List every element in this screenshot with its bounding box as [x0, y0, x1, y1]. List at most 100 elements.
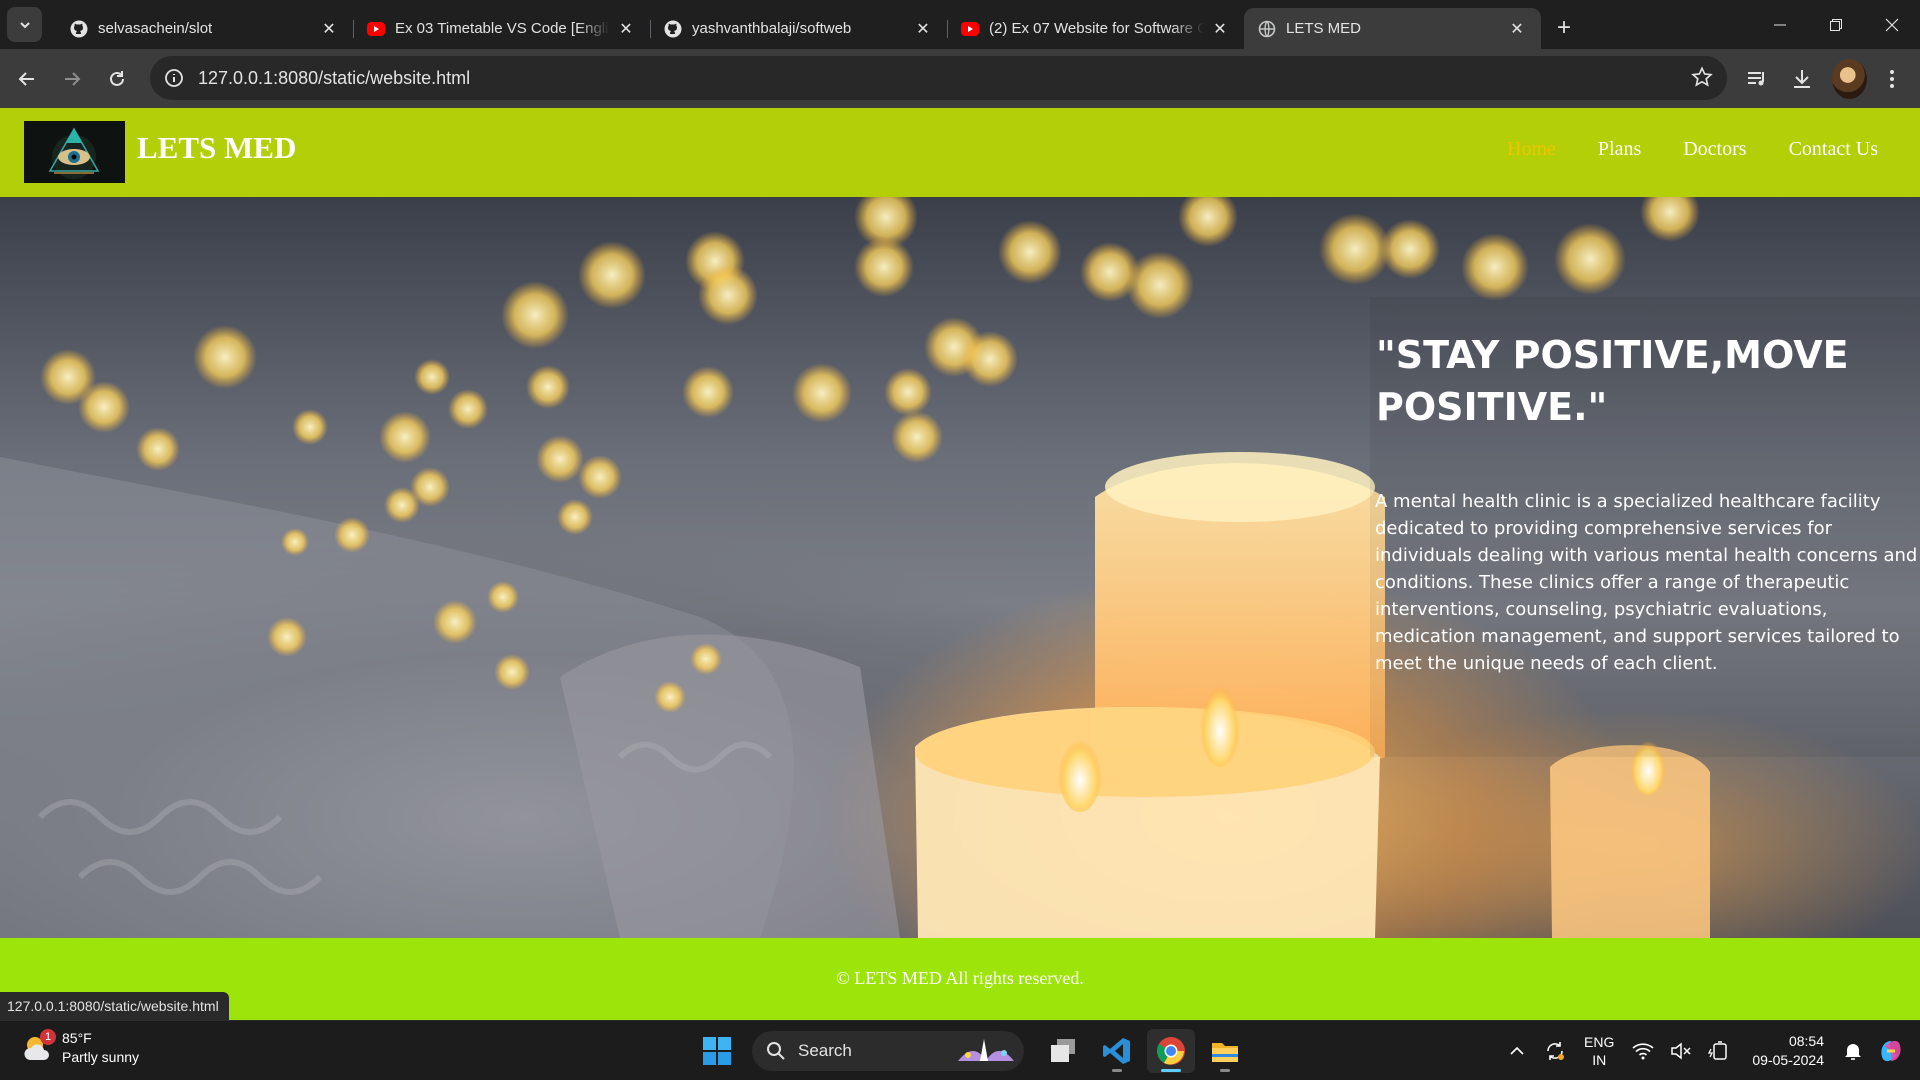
- media-queue-icon: [1748, 72, 1764, 86]
- running-indicator: [1112, 1069, 1122, 1072]
- nav-link-doctors[interactable]: Doctors: [1683, 138, 1746, 161]
- hero-description: A mental health clinic is a specialized …: [1375, 491, 1918, 674]
- task-view-button[interactable]: [1039, 1029, 1087, 1073]
- tab-search-button[interactable]: [7, 7, 42, 42]
- close-tab-icon[interactable]: ✕: [616, 19, 636, 39]
- browser-tab-active[interactable]: LETS MED ✕: [1244, 8, 1541, 49]
- youtube-icon: [961, 20, 979, 38]
- reload-button[interactable]: [99, 61, 135, 97]
- reading-list-button[interactable]: [1737, 59, 1777, 99]
- downloads-button[interactable]: [1782, 59, 1822, 99]
- minimize-button[interactable]: [1752, 0, 1808, 49]
- plus-icon: +: [1556, 14, 1571, 41]
- nav-link-contact-us[interactable]: Contact Us: [1789, 138, 1878, 161]
- copilot-button[interactable]: [1876, 1036, 1906, 1066]
- copilot-icon: [1881, 1040, 1901, 1062]
- folder-icon: [1212, 1043, 1238, 1062]
- restore-button[interactable]: [1808, 0, 1864, 49]
- taskbar-app-file-explorer[interactable]: [1201, 1029, 1249, 1073]
- tab-list: selvasachein/slot ✕ Ex 03 Timetable VS C…: [56, 0, 1581, 49]
- battery-button[interactable]: [1704, 1036, 1734, 1066]
- taskbar: 1 85°F Partly sunny Search ENG IN 08:54 …: [0, 1020, 1920, 1080]
- wifi-icon: [1632, 1043, 1654, 1060]
- browser-tab[interactable]: yashvanthbalaji/softweb ✕: [650, 8, 947, 49]
- brand-name[interactable]: LETS MED: [137, 130, 296, 166]
- volume-muted-icon: [1671, 1042, 1691, 1060]
- browser-tab[interactable]: (2) Ex 07 Website for Software Company ✕: [947, 8, 1244, 49]
- web-page: LETS MED Home Plans Doctors Contact Us "…: [0, 108, 1920, 1020]
- chrome-icon: [1156, 1037, 1185, 1065]
- volume-button[interactable]: [1666, 1036, 1696, 1066]
- address-bar[interactable]: 127.0.0.1:8080/static/website.html: [150, 56, 1727, 100]
- site-logo[interactable]: [24, 121, 125, 183]
- network-button[interactable]: [1628, 1036, 1658, 1066]
- start-button[interactable]: [693, 1029, 741, 1073]
- toolbar-actions: [1732, 59, 1912, 99]
- chevron-up-icon: [1510, 1046, 1524, 1055]
- close-tab-icon[interactable]: ✕: [319, 19, 339, 39]
- input-language-button[interactable]: ENG IN: [1584, 1033, 1614, 1069]
- partly-sunny-icon: 1: [22, 1029, 56, 1063]
- close-tab-icon[interactable]: ✕: [1507, 19, 1527, 39]
- search-icon: [767, 1042, 785, 1060]
- bell-icon: [1845, 1044, 1861, 1060]
- taskbar-search[interactable]: Search: [752, 1031, 1024, 1071]
- chevron-down-icon: [19, 21, 30, 28]
- menu-button[interactable]: [1872, 59, 1912, 99]
- status-bar-url: 127.0.0.1:8080/static/website.html: [0, 992, 229, 1020]
- bookmark-star-icon[interactable]: [1691, 66, 1713, 93]
- tab-title: yashvanthbalaji/softweb: [692, 20, 852, 37]
- youtube-icon: [367, 20, 385, 38]
- avatar: [1832, 59, 1867, 99]
- region-code: IN: [1592, 1052, 1607, 1068]
- tab-title: (2) Ex 07 Website for Software Company: [989, 20, 1204, 37]
- taskbar-app-chrome[interactable]: [1147, 1029, 1195, 1073]
- task-view-icon: [1051, 1039, 1075, 1062]
- back-button[interactable]: [9, 61, 45, 97]
- github-icon: [664, 20, 682, 38]
- show-hidden-icons-button[interactable]: [1502, 1036, 1532, 1066]
- clock[interactable]: 08:54 09-05-2024: [1752, 1032, 1824, 1070]
- clock-time: 08:54: [1788, 1033, 1824, 1049]
- vscode-icon: [1103, 1038, 1130, 1064]
- minimize-icon: [1774, 24, 1786, 25]
- browser-tab[interactable]: Ex 03 Timetable VS Code [English] ✕: [353, 8, 650, 49]
- search-label: Search: [798, 1041, 852, 1060]
- github-icon: [70, 20, 88, 38]
- clock-date: 09-05-2024: [1752, 1052, 1824, 1068]
- tab-title: LETS MED: [1286, 20, 1362, 37]
- forward-button[interactable]: [54, 61, 90, 97]
- notifications-button[interactable]: [1838, 1036, 1868, 1066]
- profile-button[interactable]: [1827, 59, 1867, 99]
- close-tab-icon[interactable]: ✕: [1210, 19, 1230, 39]
- tab-title: selvasachein/slot: [98, 20, 213, 37]
- close-window-button[interactable]: [1864, 0, 1920, 49]
- site-info-icon[interactable]: [156, 60, 192, 96]
- battery-charging-icon: [1708, 1041, 1728, 1060]
- close-tab-icon[interactable]: ✕: [913, 19, 933, 39]
- new-tab-button[interactable]: +: [1547, 11, 1581, 45]
- nav-link-plans[interactable]: Plans: [1598, 138, 1641, 161]
- more-vertical-icon: [1890, 70, 1894, 88]
- tab-title: Ex 03 Timetable VS Code [English]: [395, 20, 610, 37]
- sync-status-button[interactable]: [1540, 1036, 1570, 1066]
- nav-link-home[interactable]: Home: [1507, 138, 1556, 161]
- active-indicator: [1161, 1069, 1181, 1072]
- running-indicator: [1220, 1069, 1230, 1072]
- taskbar-app-vscode[interactable]: [1093, 1029, 1141, 1073]
- url-text[interactable]: 127.0.0.1:8080/static/website.html: [198, 68, 470, 89]
- browser-tab[interactable]: selvasachein/slot ✕: [56, 8, 353, 49]
- window-controls: [1752, 0, 1920, 49]
- system-tray: ENG IN 08:54 09-05-2024: [1498, 1021, 1920, 1080]
- weather-widget[interactable]: 1 85°F Partly sunny: [22, 1029, 139, 1067]
- restore-icon: [1830, 18, 1842, 31]
- sync-icon: [1547, 1042, 1565, 1060]
- eye-pyramid-logo-icon: [24, 121, 125, 183]
- site-header: LETS MED Home Plans Doctors Contact Us: [0, 108, 1920, 197]
- weather-condition: Partly sunny: [62, 1049, 140, 1065]
- globe-icon: [1258, 20, 1276, 38]
- arrow-right-icon: [65, 71, 81, 86]
- reload-icon: [110, 70, 124, 86]
- hero-section: "STAY POSITIVE,MOVE POSITIVE." A mental …: [0, 197, 1920, 938]
- download-icon: [1794, 70, 1810, 88]
